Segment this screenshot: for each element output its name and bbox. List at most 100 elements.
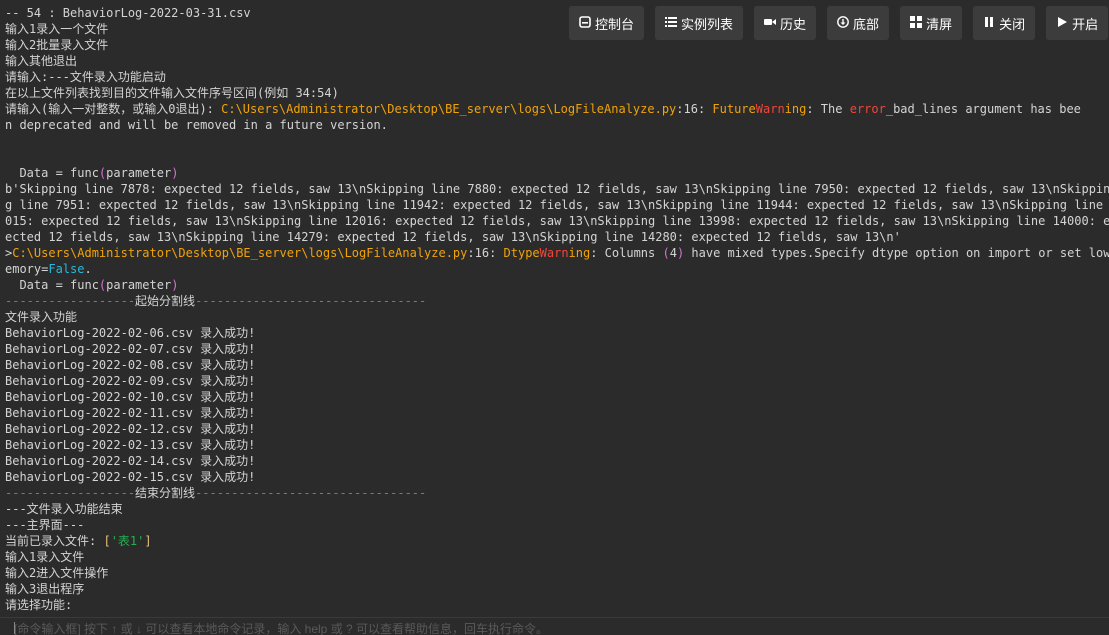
console-text-segment: '表1'	[110, 534, 145, 548]
text-caret	[14, 622, 15, 634]
console-line: BehaviorLog-2022-02-11.csv 录入成功!	[5, 405, 1109, 421]
console-line: ------------------起始分割线-----------------…	[5, 293, 1109, 309]
console-line: ---主界面---	[5, 517, 1109, 533]
console-line: 在以上文件列表找到目的文件输入文件序号区间(例如 34:54)	[5, 85, 1109, 101]
console-line: BehaviorLog-2022-02-12.csv 录入成功!	[5, 421, 1109, 437]
console-text-segment: 输入3退出程序	[5, 582, 85, 596]
console-text-segment: 4	[669, 246, 677, 260]
console-text-segment: 文件录入功能	[5, 310, 78, 324]
console-text-segment: ing	[568, 246, 591, 260]
console-text-segment: False	[48, 262, 85, 276]
console-text-segment: 输入2进入文件操作	[5, 566, 109, 580]
console-line: emory=False.	[5, 261, 1109, 277]
console-text-segment: 请选择功能:	[5, 598, 73, 612]
console-line: g line 7951: expected 12 fields, saw 13\…	[5, 197, 1109, 213]
console-line: Data = func(parameter)	[5, 277, 1109, 293]
clear-screen-button-label: 清屏	[926, 16, 953, 32]
start-button-label: 开启	[1072, 16, 1099, 32]
command-input[interactable]	[0, 620, 1109, 635]
console-line: 输入2进入文件操作	[5, 565, 1109, 581]
console-text-segment: error	[849, 102, 886, 116]
console-line: BehaviorLog-2022-02-06.csv 录入成功!	[5, 325, 1109, 341]
console-text-segment: .	[84, 262, 92, 276]
console-text-segment: ---主界面---	[5, 518, 85, 532]
console-text-segment: parameter	[106, 166, 172, 180]
console-line: 文件录入功能	[5, 309, 1109, 325]
instance-list-button-label: 实例列表	[681, 16, 734, 32]
console-text-segment: [	[103, 534, 111, 548]
console-text-segment: Data = func	[5, 166, 99, 180]
console-text-segment: 015: expected 12 fields, saw 13\nSkippin…	[5, 214, 1109, 228]
console-text-segment: Warn	[755, 102, 785, 116]
console-line: Data = func(parameter)	[5, 165, 1109, 181]
console-text-segment: -- 54 : BehaviorLog-2022-03-31.csv	[5, 6, 251, 20]
console-text-segment: 结束分割线	[135, 486, 196, 500]
console-line: BehaviorLog-2022-02-15.csv 录入成功!	[5, 469, 1109, 485]
instance-list-button[interactable]: 实例列表	[655, 6, 744, 40]
console-text-segment: : Columns	[590, 246, 663, 260]
console-line: 输入3退出程序	[5, 581, 1109, 597]
console-line: ected 12 fields, saw 13\nSkipping line 1…	[5, 229, 1109, 245]
console-text-segment: :16:	[676, 102, 713, 116]
console-text-segment: ------------------	[5, 294, 136, 308]
console-text-segment: :16:	[467, 246, 504, 260]
console-line: 输入1录入文件	[5, 549, 1109, 565]
close-button[interactable]: 关闭	[973, 6, 1036, 40]
console-text-segment: 输入2批量录入文件	[5, 38, 109, 52]
console-line: 输入其他退出	[5, 53, 1109, 69]
console-line: 015: expected 12 fields, saw 13\nSkippin…	[5, 213, 1109, 229]
console-text-segment: : The	[806, 102, 850, 116]
grid-icon	[910, 15, 923, 31]
console-button[interactable]: 控制台	[569, 6, 645, 40]
console-text-segment: have mixed types.Specify dtype option on…	[684, 246, 1109, 260]
console-text-segment: BehaviorLog-2022-02-09.csv 录入成功!	[5, 374, 256, 388]
console-text-segment: parameter	[106, 278, 172, 292]
console-text-segment: ected 12 fields, saw 13\nSkipping line 1…	[5, 230, 901, 244]
console-text-segment: Dtype	[503, 246, 540, 260]
clear-screen-button[interactable]: 清屏	[900, 6, 963, 40]
console-line: ---文件录入功能结束	[5, 501, 1109, 517]
console-text-segment: BehaviorLog-2022-02-08.csv 录入成功!	[5, 358, 256, 372]
history-button[interactable]: 历史	[754, 6, 817, 40]
list-icon	[665, 16, 678, 31]
console-text-segment: n deprecated and will be removed in a fu…	[5, 118, 388, 132]
console-text-segment: BehaviorLog-2022-02-10.csv 录入成功!	[5, 390, 256, 404]
console-line: >C:\Users\Administrator\Desktop\BE_serve…	[5, 245, 1109, 261]
console-text-segment: BehaviorLog-2022-02-12.csv 录入成功!	[5, 422, 256, 436]
arrow-down-circle-icon	[837, 15, 849, 31]
console-text-segment: _bad_lines argument has bee	[885, 102, 1081, 116]
console-text-segment: )	[171, 278, 179, 292]
console-text-segment: C:\Users\Administrator\Desktop\BE_server…	[12, 246, 468, 260]
console-text-segment: Warn	[539, 246, 569, 260]
console-line: BehaviorLog-2022-02-13.csv 录入成功!	[5, 437, 1109, 453]
console-line: BehaviorLog-2022-02-09.csv 录入成功!	[5, 373, 1109, 389]
console-text-segment: 在以上文件列表找到目的文件输入文件序号区间(例如 34:54)	[5, 86, 339, 100]
toolbar: 控制台 实例列表 历史 底部 清屏 关闭 开启	[569, 6, 1109, 40]
console-line: BehaviorLog-2022-02-07.csv 录入成功!	[5, 341, 1109, 357]
console-output: -- 54 : BehaviorLog-2022-03-31.csv 输入1录入一…	[0, 0, 1109, 616]
console-line: BehaviorLog-2022-02-14.csv 录入成功!	[5, 453, 1109, 469]
console-text-segment: g line 7951: expected 12 fields, saw 13\…	[5, 198, 1109, 212]
console-text-segment: 输入其他退出	[5, 54, 78, 68]
start-button[interactable]: 开启	[1046, 6, 1109, 40]
console-text-segment: 请输入(输入一对整数，或输入0退出):	[5, 102, 222, 116]
console-text-segment: --------------------------------	[195, 294, 427, 308]
console-text-segment: Data = func	[5, 278, 99, 292]
console-line: 当前已录入文件: ['表1']	[5, 533, 1109, 549]
console-text-segment: 当前已录入文件:	[5, 534, 104, 548]
console-text-segment: BehaviorLog-2022-02-11.csv 录入成功!	[5, 406, 256, 420]
console-text-segment: (	[662, 246, 670, 260]
console-text-segment: 请输入:---文件录入功能启动	[5, 70, 166, 84]
console-line: ------------------结束分割线-----------------…	[5, 485, 1109, 501]
console-text-segment: BehaviorLog-2022-02-07.csv 录入成功!	[5, 342, 256, 356]
close-button-label: 关闭	[999, 16, 1026, 32]
bottom-button-label: 底部	[853, 16, 880, 32]
bottom-button[interactable]: 底部	[827, 6, 890, 40]
console-button-label: 控制台	[595, 16, 635, 32]
console-text-segment: emory=	[5, 262, 49, 276]
console-text-segment: C:\Users\Administrator\Desktop\BE_server…	[221, 102, 677, 116]
console-text-segment: --------------------------------	[195, 486, 427, 500]
console-line: BehaviorLog-2022-02-10.csv 录入成功!	[5, 389, 1109, 405]
console-line: 请输入(输入一对整数，或输入0退出): C:\Users\Administrat…	[5, 101, 1109, 117]
